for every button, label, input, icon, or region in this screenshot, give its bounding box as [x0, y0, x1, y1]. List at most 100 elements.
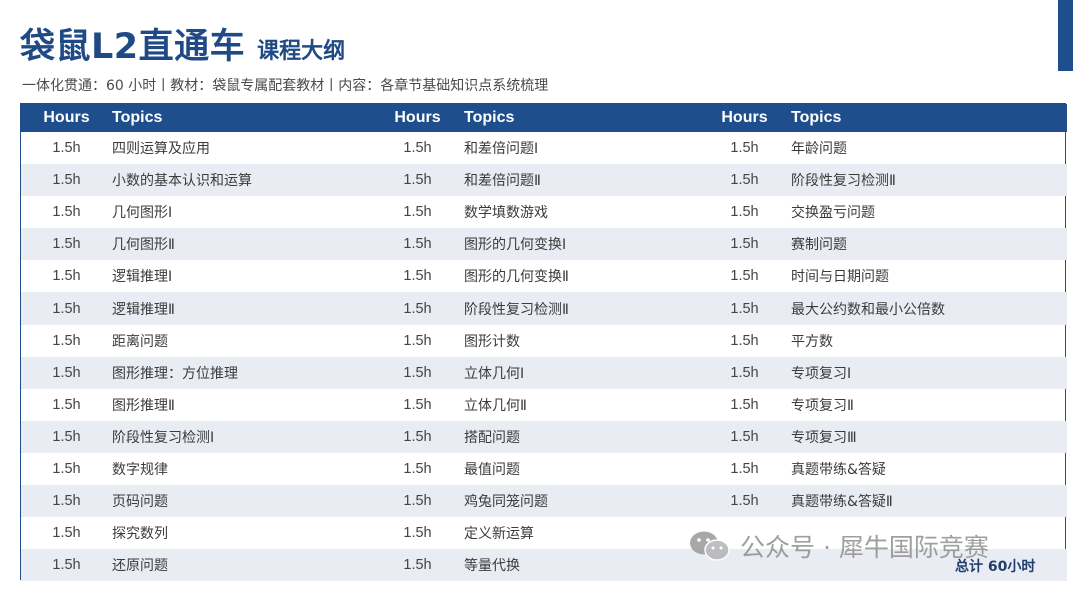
- hours-cell: 1.5h: [403, 493, 432, 510]
- topic-cell: 探究数列: [112, 526, 168, 543]
- hours-cell: 1.5h: [403, 140, 432, 157]
- subtitle: 一体化贯通：60 小时丨教材：袋鼠专属配套教材丨内容：各章节基础知识点系统梳理: [22, 78, 549, 94]
- topic-cell: 图形的几何变换Ⅰ: [464, 237, 567, 254]
- hours-cell: 1.5h: [52, 525, 81, 542]
- hours-cell: 1.5h: [403, 300, 432, 317]
- hours-cell: 1.5h: [730, 460, 759, 477]
- topic-cell: 几何图形Ⅱ: [112, 237, 175, 254]
- hours-cell: 1.5h: [403, 428, 432, 445]
- hours-cell: 1.5h: [403, 557, 432, 574]
- hours-cell: 1.5h: [52, 364, 81, 381]
- topic-cell: 页码问题: [112, 494, 168, 511]
- topic-cell: 时间与日期问题: [791, 269, 889, 286]
- topic-cell: 搭配问题: [464, 429, 520, 446]
- topic-cell: 图形的几何变换Ⅱ: [464, 269, 569, 286]
- watermark: 公众号 · 犀牛国际竞赛: [688, 528, 989, 564]
- table-row: 1.5h 阶段性复习检测Ⅰ 1.5h 搭配问题 1.5h 专项复习Ⅲ: [21, 420, 1067, 453]
- topic-cell: 图形推理：方位推理: [112, 365, 238, 382]
- table-row: 1.5h 图形推理Ⅱ 1.5h 立体几何Ⅱ 1.5h 专项复习Ⅱ: [21, 389, 1067, 421]
- hours-cell: 1.5h: [52, 300, 81, 317]
- column-header-topics: Topics: [791, 109, 842, 126]
- topic-cell: 立体几何Ⅱ: [464, 397, 527, 414]
- topic-cell: 年龄问题: [791, 141, 847, 158]
- topic-cell: 小数的基本认识和运算: [112, 173, 252, 190]
- table-row: 1.5h 几何图形Ⅱ 1.5h 图形的几何变换Ⅰ 1.5h 赛制问题: [21, 228, 1067, 261]
- accent-bar: [1058, 0, 1073, 71]
- hours-cell: 1.5h: [52, 428, 81, 445]
- column-header-hours: Hours: [43, 109, 90, 126]
- topic-cell: 最值问题: [464, 461, 520, 478]
- topic-cell: 距离问题: [112, 333, 168, 350]
- hours-cell: 1.5h: [403, 460, 432, 477]
- hours-cell: 1.5h: [403, 364, 432, 381]
- hours-cell: 1.5h: [730, 268, 759, 285]
- topic-cell: 真题带练&答疑: [791, 461, 886, 478]
- topic-cell: 鸡兔同笼问题: [464, 494, 548, 511]
- hours-cell: 1.5h: [52, 396, 81, 413]
- column-header-hours: Hours: [721, 109, 768, 126]
- topic-cell: 等量代换: [464, 558, 520, 575]
- hours-cell: 1.5h: [52, 268, 81, 285]
- table-row: 1.5h 逻辑推理Ⅰ 1.5h 图形的几何变换Ⅱ 1.5h 时间与日期问题: [21, 260, 1067, 292]
- hours-cell: 1.5h: [730, 140, 759, 157]
- topic-cell: 和差倍问题Ⅱ: [464, 173, 541, 190]
- topic-cell: 几何图形Ⅰ: [112, 205, 173, 222]
- table-row: 1.5h 页码问题 1.5h 鸡兔同笼问题 1.5h 真题带练&答疑Ⅱ: [21, 485, 1067, 518]
- table-header: Hours Topics Hours Topics Hours Topics: [21, 104, 1067, 132]
- topic-cell: 立体几何Ⅰ: [464, 365, 525, 382]
- topic-cell: 定义新运算: [464, 526, 534, 543]
- table-row: 1.5h 数字规律 1.5h 最值问题 1.5h 真题带练&答疑: [21, 453, 1067, 485]
- hours-cell: 1.5h: [52, 236, 81, 253]
- hours-cell: 1.5h: [730, 172, 759, 189]
- hours-cell: 1.5h: [403, 172, 432, 189]
- hours-cell: 1.5h: [52, 460, 81, 477]
- topic-cell: 交换盈亏问题: [791, 205, 875, 222]
- topic-cell: 真题带练&答疑Ⅱ: [791, 494, 893, 511]
- topic-cell: 还原问题: [112, 558, 168, 575]
- topic-cell: 专项复习Ⅰ: [791, 365, 852, 382]
- topic-cell: 阶段性复习检测Ⅰ: [112, 429, 215, 446]
- topic-cell: 四则运算及应用: [112, 141, 210, 158]
- hours-cell: 1.5h: [52, 332, 81, 349]
- topic-cell: 数学填数游戏: [464, 205, 548, 222]
- hours-cell: 1.5h: [52, 493, 81, 510]
- hours-cell: 1.5h: [403, 268, 432, 285]
- topic-cell: 最大公约数和最小公倍数: [791, 301, 945, 318]
- topic-cell: 和差倍问题Ⅰ: [464, 141, 539, 158]
- page-title: 袋鼠L2直通车 课程大纲: [20, 18, 345, 69]
- topic-cell: 阶段性复习检测Ⅱ: [791, 173, 896, 190]
- hours-cell: 1.5h: [730, 428, 759, 445]
- table-row: 1.5h 距离问题 1.5h 图形计数 1.5h 平方数: [21, 325, 1067, 357]
- hours-cell: 1.5h: [52, 204, 81, 221]
- column-header-topics: Topics: [464, 109, 515, 126]
- hours-cell: 1.5h: [52, 557, 81, 574]
- watermark-text: 公众号 · 犀牛国际竞赛: [740, 533, 989, 562]
- table-row: 1.5h 几何图形Ⅰ 1.5h 数学填数游戏 1.5h 交换盈亏问题: [21, 196, 1067, 228]
- hours-cell: 1.5h: [730, 493, 759, 510]
- table-body: 1.5h 四则运算及应用 1.5h 和差倍问题Ⅰ 1.5h 年龄问题 1.5h 小数的基本认识…: [21, 132, 1067, 582]
- hours-cell: 1.5h: [730, 236, 759, 253]
- title-main: 袋鼠L2直通车: [20, 27, 246, 67]
- hours-cell: 1.5h: [730, 396, 759, 413]
- table-row: 1.5h 四则运算及应用 1.5h 和差倍问题Ⅰ 1.5h 年龄问题: [21, 132, 1067, 164]
- total-hours: 总计 60小时: [955, 559, 1036, 575]
- topic-cell: 图形计数: [464, 333, 520, 350]
- topic-cell: 数字规律: [112, 461, 168, 478]
- column-header-topics: Topics: [112, 109, 163, 126]
- hours-cell: 1.5h: [403, 525, 432, 542]
- hours-cell: 1.5h: [730, 204, 759, 221]
- hours-cell: 1.5h: [403, 236, 432, 253]
- topic-cell: 赛制问题: [791, 237, 847, 254]
- hours-cell: 1.5h: [730, 300, 759, 317]
- column-header-hours: Hours: [394, 109, 441, 126]
- topic-cell: 图形推理Ⅱ: [112, 397, 175, 414]
- topic-cell: 阶段性复习检测Ⅱ: [464, 301, 569, 318]
- topic-cell: 逻辑推理Ⅱ: [112, 301, 175, 318]
- hours-cell: 1.5h: [403, 396, 432, 413]
- course-table: Hours Topics Hours Topics Hours Topics 1…: [20, 103, 1067, 582]
- topic-cell: 专项复习Ⅲ: [791, 429, 857, 446]
- topic-cell: 逻辑推理Ⅰ: [112, 269, 173, 286]
- hours-cell: 1.5h: [52, 172, 81, 189]
- table-row: 1.5h 图形推理：方位推理 1.5h 立体几何Ⅰ 1.5h 专项复习Ⅰ: [21, 356, 1067, 389]
- table-row: 1.5h 逻辑推理Ⅱ 1.5h 阶段性复习检测Ⅱ 1.5h 最大公约数和最小公倍数: [21, 292, 1067, 325]
